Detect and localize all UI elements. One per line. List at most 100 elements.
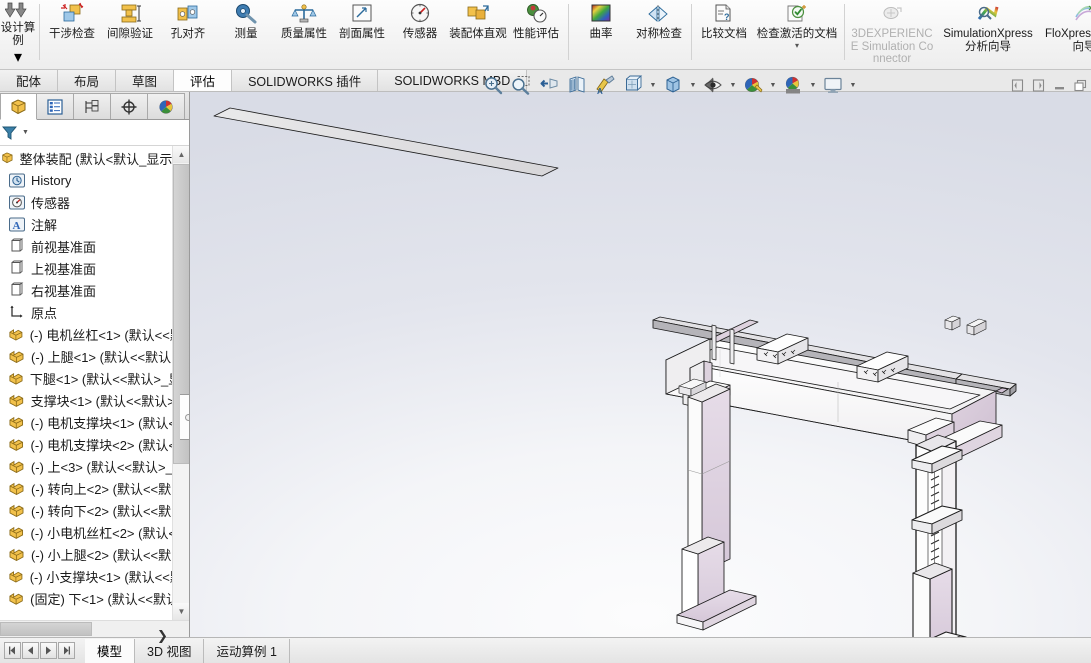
tree-item-sensors[interactable]: 传感器	[0, 191, 172, 213]
bottom-tab-motion-study-1[interactable]: 运动算例 1	[204, 638, 290, 663]
tree-item-component[interactable]: (-) 电机支撑块<2> (默认<	[0, 433, 172, 455]
tree-item-component[interactable]: 支撑块<1> (默认<<默认>	[0, 389, 172, 411]
ribbon-button-simulationxpress[interactable]: SimulationXpress 分析向导	[936, 0, 1040, 69]
restore-window-icon[interactable]	[1072, 77, 1089, 94]
tree-item-annotations[interactable]: A 注解	[0, 213, 172, 235]
ribbon-button-mass-properties[interactable]: 质量属性	[275, 0, 333, 69]
chevron-down-icon[interactable]: ▼	[768, 72, 778, 98]
restore-left-icon[interactable]	[1009, 77, 1026, 94]
tree-item-component[interactable]: (-) 转向下<2> (默认<<默	[0, 499, 172, 521]
section-properties-icon	[349, 1, 375, 27]
configuration-manager-tab[interactable]	[74, 93, 111, 119]
hscrollbar-thumb[interactable]	[0, 622, 92, 636]
ribbon-button-assembly-visualization[interactable]: 装配体直观	[449, 0, 507, 69]
prev-tab-button[interactable]	[22, 642, 39, 659]
tree-item-component[interactable]: (固定) 下<1> (默认<<默认	[0, 587, 172, 609]
view-orientation-icon[interactable]	[620, 72, 646, 98]
ribbon-button-performance-evaluation[interactable]: 性能评估	[507, 0, 565, 69]
tab-sketch[interactable]: 草图	[116, 70, 175, 91]
tab-solidworks-addins[interactable]: SOLIDWORKS 插件	[232, 70, 379, 91]
first-tab-button[interactable]	[4, 642, 21, 659]
scroll-down-icon[interactable]: ▼	[173, 603, 189, 620]
ribbon-button-curvature[interactable]: 曲率	[572, 0, 630, 69]
tree-item-component[interactable]: 下腿<1> (默认<<默认>_显	[0, 367, 172, 389]
tree-vertical-scrollbar[interactable]: ▲ ▼	[172, 146, 189, 620]
ribbon-button-section-properties[interactable]: 剖面属性	[333, 0, 391, 69]
tree-item-component[interactable]: (-) 小支撑块<1> (默认<<默	[0, 565, 172, 587]
ribbon-button-interference-detection[interactable]: 干涉检查	[43, 0, 101, 69]
section-view-icon[interactable]	[564, 72, 590, 98]
tab-label: 评估	[190, 75, 216, 89]
graphics-viewport[interactable]: X Z Y	[190, 92, 1091, 637]
tree-item-component[interactable]: (-) 小电机丝杠<2> (默认<	[0, 521, 172, 543]
previous-view-icon[interactable]	[536, 72, 562, 98]
ribbon-button-check-active-document[interactable]: 检查激活的文档 ▾	[753, 0, 841, 69]
hide-show-items-icon[interactable]	[700, 72, 726, 98]
tree-item-component[interactable]: (-) 小上腿<2> (默认<<默	[0, 543, 172, 565]
svg-text:A: A	[13, 220, 21, 232]
property-manager-tab[interactable]	[37, 93, 74, 119]
tab-assembly[interactable]: 配体	[0, 70, 59, 91]
svg-text:?: ?	[724, 12, 730, 22]
display-style-icon[interactable]	[660, 72, 686, 98]
panel-splitter-handle[interactable]	[180, 394, 189, 440]
display-manager-tab[interactable]	[148, 93, 185, 119]
restore-right-icon[interactable]	[1030, 77, 1047, 94]
scroll-up-icon[interactable]: ▲	[173, 146, 189, 163]
tree-item-component[interactable]: (-) 上腿<1> (默认<<默认	[0, 345, 172, 367]
ribbon-button-design-study[interactable]: 设计算例 ▾	[0, 0, 36, 69]
chevron-down-icon[interactable]: ▼	[22, 129, 29, 136]
tree-item-component[interactable]: (-) 电机支撑块<1> (默认<	[0, 411, 172, 433]
chevron-down-icon[interactable]: ▼	[808, 72, 818, 98]
chevron-down-icon[interactable]: ▾	[795, 41, 799, 50]
tree-item-label: 传感器	[31, 195, 71, 211]
tree-item-top-plane[interactable]: 上视基准面	[0, 257, 172, 279]
tab-label: 草图	[132, 75, 158, 89]
tree-item-component[interactable]: (-) 转向上<2> (默认<<默	[0, 477, 172, 499]
ribbon-button-symmetry-check[interactable]: 对称检查	[630, 0, 688, 69]
tree-item-origin[interactable]: 原点	[0, 301, 172, 323]
ribbon-button-hole-alignment[interactable]: 孔对齐	[159, 0, 217, 69]
tree-item-assembly-root[interactable]: 整体装配 (默认<默认_显示状态	[0, 147, 172, 169]
hole-alignment-icon	[175, 1, 201, 27]
tree-item-component[interactable]: (-) 电机丝杠<1> (默认<<默	[0, 323, 172, 345]
ribbon-button-label: 传感器	[402, 28, 438, 40]
plane-icon	[11, 282, 24, 295]
tree-item-component[interactable]: (-) 上<3> (默认<<默认>_	[0, 455, 172, 477]
feature-manager-panel: ▼ 整体装配 (默认<默认_显示状态	[0, 92, 190, 637]
tab-evaluate[interactable]: 评估	[174, 70, 233, 91]
model-3d-view[interactable]: X Z Y	[190, 92, 1091, 637]
tree-filter-bar[interactable]: ▼	[0, 120, 189, 146]
minimize-icon[interactable]	[1051, 77, 1068, 94]
edit-appearance-paint-icon[interactable]: A	[592, 72, 618, 98]
component-icon	[9, 438, 24, 451]
ribbon-button-floxpress[interactable]: FloXpress 分析向导	[1040, 0, 1091, 69]
ribbon-button-sensor[interactable]: 传感器	[391, 0, 449, 69]
tree-item-label: 支撑块<1> (默认<<默认>	[30, 393, 172, 409]
ribbon-button-compare-documents[interactable]: ? 比较文档	[695, 0, 753, 69]
next-tab-button[interactable]	[40, 642, 57, 659]
tab-layout[interactable]: 布局	[58, 70, 117, 91]
viewport-layout-icon[interactable]	[820, 72, 846, 98]
zoom-to-area-icon[interactable]	[508, 72, 534, 98]
tree-item-front-plane[interactable]: 前视基准面	[0, 235, 172, 257]
ribbon-button-clearance-verification[interactable]: 间隙验证	[101, 0, 159, 69]
chevron-down-icon[interactable]: ▼	[728, 72, 738, 98]
apply-scene-icon[interactable]	[780, 72, 806, 98]
chevron-down-icon[interactable]: ▼	[688, 72, 698, 98]
tree-item-label: (-) 转向上<2> (默认<<默	[31, 481, 172, 497]
tree-item-right-plane[interactable]: 右视基准面	[0, 279, 172, 301]
tree-expand-arrow[interactable]: ❯	[157, 628, 168, 644]
tree-item-history[interactable]: History	[0, 169, 172, 191]
chevron-down-icon[interactable]: ▼	[648, 72, 658, 98]
bottom-tab-model[interactable]: 模型	[85, 638, 136, 663]
feature-manager-tab[interactable]	[0, 93, 37, 120]
edit-appearance-icon[interactable]	[740, 72, 766, 98]
ribbon-button-measure[interactable]: 测量	[217, 0, 275, 69]
last-tab-button[interactable]	[58, 642, 75, 659]
zoom-to-fit-icon[interactable]	[480, 72, 506, 98]
chevron-down-icon[interactable]: ▾	[14, 47, 22, 67]
dimxpert-manager-tab[interactable]	[111, 93, 148, 119]
bottom-tab-3d-views[interactable]: 3D 视图	[135, 638, 205, 663]
chevron-down-icon[interactable]: ▼	[848, 72, 858, 98]
